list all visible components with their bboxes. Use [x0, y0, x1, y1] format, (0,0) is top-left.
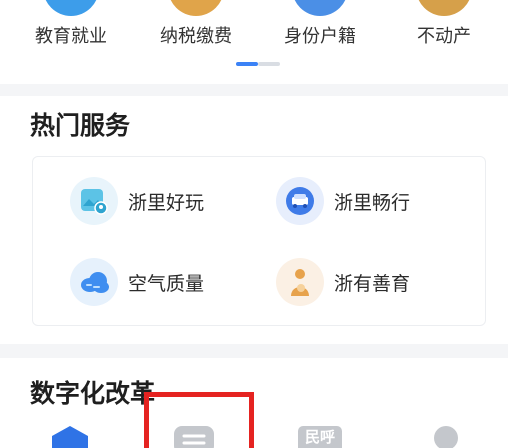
service-item-zheli-haowan[interactable]: 浙里好玩 [70, 177, 204, 225]
service-item-zheli-changxing[interactable]: 浙里畅行 [276, 177, 410, 225]
service-label: 浙里畅行 [334, 191, 411, 214]
car-icon [276, 177, 324, 225]
tab-label: 民呼 [304, 428, 335, 446]
section-divider [0, 344, 508, 358]
section-divider [0, 84, 508, 96]
service-label: 浙有善育 [334, 272, 411, 295]
digital-reform-title: 数字化改革 [30, 379, 156, 408]
page-dot [258, 62, 280, 66]
cloud-icon [70, 258, 118, 306]
home-icon [52, 426, 88, 448]
category-label: 不动产 [417, 26, 471, 47]
tab-profile[interactable] [424, 424, 468, 448]
mother-baby-icon [276, 258, 324, 306]
category-label: 身份户籍 [284, 26, 356, 47]
highlight-box [144, 392, 254, 448]
tab-minhu[interactable]: 民呼 [298, 424, 342, 448]
profile-icon [434, 426, 458, 448]
category-label: 纳税缴费 [160, 26, 232, 47]
scenic-map-icon [70, 177, 118, 225]
education-icon [43, 0, 99, 16]
page-indicator [236, 62, 280, 66]
category-label: 教育就业 [35, 26, 107, 47]
service-label: 空气质量 [128, 272, 205, 295]
hot-services-title: 热门服务 [30, 111, 131, 140]
service-label: 浙里好玩 [128, 191, 205, 214]
house-icon [416, 0, 472, 16]
service-item-air-quality[interactable]: 空气质量 [70, 258, 204, 306]
tab-home[interactable] [48, 424, 92, 448]
tax-icon [168, 0, 224, 16]
service-item-zheyou-shanyu[interactable]: 浙有善育 [276, 258, 410, 306]
id-card-icon [292, 0, 348, 16]
page-dot-active [236, 62, 258, 66]
